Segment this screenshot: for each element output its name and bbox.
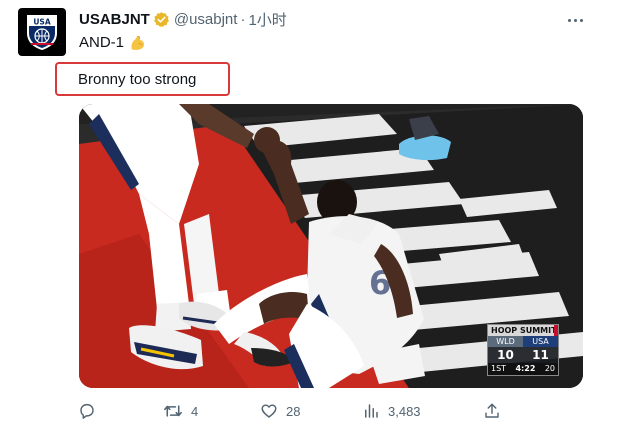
like-button[interactable]: 28: [260, 400, 300, 422]
verified-badge-icon[interactable]: [153, 11, 170, 28]
retweet-count: 4: [191, 403, 199, 419]
tweet-text: AND-1: [79, 33, 147, 53]
header-separator: ·: [240, 10, 246, 28]
tweet-header: USABJNT @usabjnt · 1小时: [79, 9, 287, 29]
views-count: 3,483: [388, 403, 421, 419]
retweet-icon: [164, 405, 182, 417]
flexed-biceps-icon: [129, 34, 147, 52]
scoreboard-clock-row: 1ST 4:22 20: [488, 363, 558, 375]
like-count: 28: [286, 403, 301, 419]
avatar[interactable]: USA: [18, 8, 66, 56]
tweet-text-content: AND-1: [79, 34, 125, 51]
usa-basketball-logo-icon: USA: [27, 15, 57, 50]
author-handle[interactable]: @usabjnt: [174, 11, 238, 28]
retweet-button[interactable]: 4: [163, 400, 198, 422]
heart-icon: [261, 404, 277, 418]
scoreboard-title: HOOP SUMMIT: [488, 325, 558, 336]
tweet-timestamp[interactable]: 1小时: [248, 9, 286, 30]
scoreboard-teams: WLD USA: [488, 336, 558, 347]
scoreboard-shot-clock: 20: [544, 364, 555, 373]
scoreboard-score-left: 10: [497, 348, 514, 362]
quoted-caption: Bronny too strong: [78, 71, 197, 88]
views-bar-chart-icon: [365, 404, 378, 418]
more-options-icon[interactable]: [564, 10, 586, 30]
scoreboard-points: 10 11: [488, 347, 558, 363]
scoreboard-team-left: WLD: [488, 336, 523, 347]
author-display-name[interactable]: USABJNT: [79, 11, 150, 28]
scoreboard-game-clock: 4:22: [515, 364, 536, 373]
tweet-action-bar: 4 28 3,483: [70, 400, 510, 422]
reply-button[interactable]: [78, 400, 104, 422]
avatar-logo-text: USA: [33, 18, 50, 27]
tweet-card[interactable]: USA USABJNT @usabjnt · 1小时 AND-1 Bronny …: [0, 0, 637, 433]
views-button[interactable]: 3,483: [362, 400, 421, 422]
reply-icon: [80, 403, 94, 419]
share-button[interactable]: [483, 400, 501, 422]
tweet-media-video[interactable]: 6 HOOP SUMMIT WLD USA 10 11 1ST 4:22 20: [79, 104, 583, 388]
share-icon: [485, 403, 499, 418]
scoreboard-overlay: HOOP SUMMIT WLD USA 10 11 1ST 4:22 20: [487, 324, 559, 376]
scoreboard-period: 1ST: [491, 364, 507, 373]
scoreboard-team-right: USA: [523, 336, 558, 347]
scoreboard-score-right: 11: [532, 348, 549, 362]
